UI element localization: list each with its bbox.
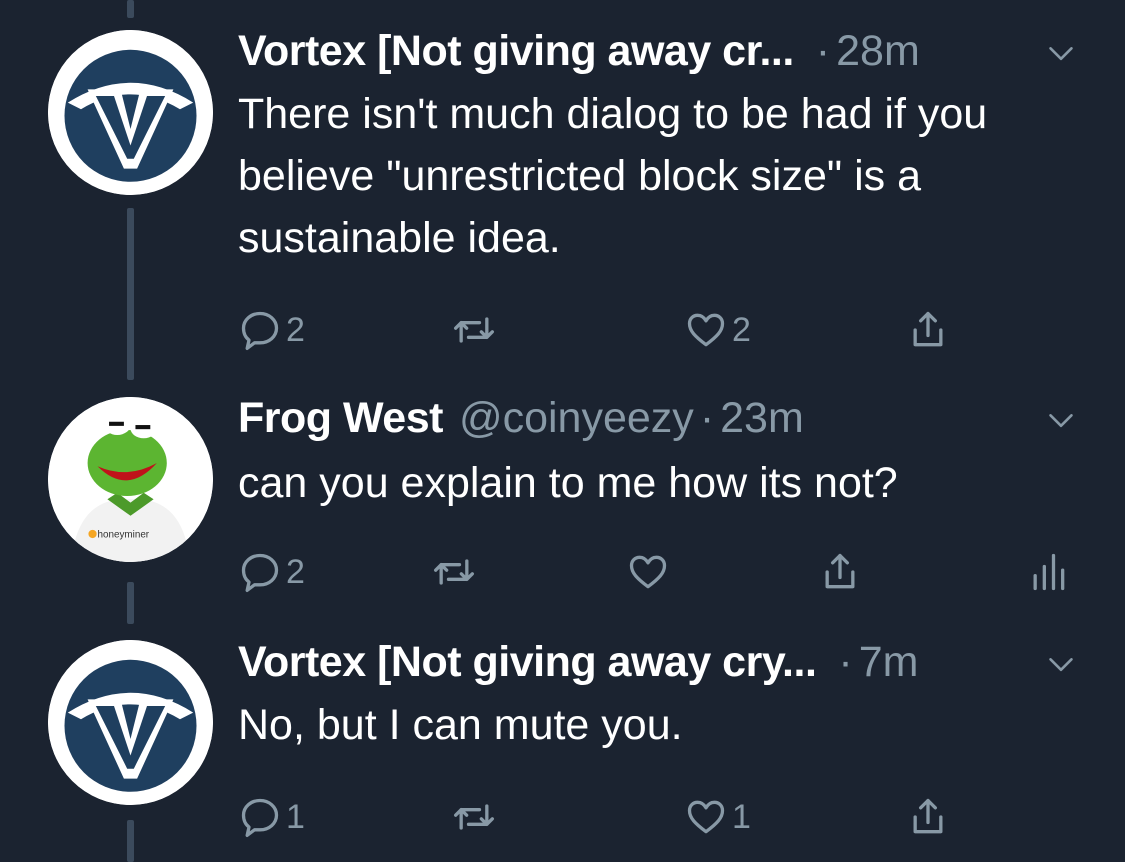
retweet-icon: [434, 559, 474, 585]
heart-icon: [687, 313, 725, 347]
reply-count: 2: [286, 552, 305, 591]
reply-icon: [241, 553, 279, 592]
reply-icon: [241, 311, 279, 350]
timestamp[interactable]: 28m: [836, 25, 920, 77]
reply-count: 1: [286, 797, 305, 836]
retweet-button[interactable]: [432, 547, 480, 597]
timestamp[interactable]: 23m: [720, 392, 804, 444]
display-name[interactable]: Frog West: [238, 392, 443, 444]
reply-button[interactable]: 2: [238, 305, 305, 355]
avatar-vortex[interactable]: [48, 640, 213, 805]
retweet-button[interactable]: [452, 305, 500, 355]
tweet-actions: 2 2: [0, 305, 1125, 355]
like-button[interactable]: 1: [684, 792, 751, 842]
more-options-button[interactable]: [1047, 406, 1075, 434]
chevron-down-icon: [1049, 414, 1073, 428]
conversation-thread: Vortex [Not giving away cr... · 28m Ther…: [0, 0, 1125, 862]
separator-dot: ·: [699, 394, 715, 442]
share-icon: [825, 553, 855, 589]
separator-dot: ·: [838, 638, 853, 686]
vortex-logo-icon: [48, 640, 213, 805]
tweet-text: can you explain to me how its not?: [238, 459, 898, 507]
tweet-actions: 2: [0, 547, 1125, 597]
retweet-icon: [454, 317, 494, 343]
thread-line-top: [127, 0, 134, 18]
more-options-button[interactable]: [1047, 650, 1075, 678]
reply-count: 2: [286, 310, 305, 349]
reply-icon: [241, 798, 279, 837]
honeyminer-logo-text: honeyminer: [98, 529, 150, 540]
share-icon: [913, 311, 943, 347]
display-name[interactable]: Vortex [Not giving away cry...: [238, 636, 817, 688]
timestamp[interactable]: 7m: [859, 636, 919, 688]
reply-button[interactable]: 1: [238, 792, 305, 842]
share-icon: [913, 798, 943, 834]
share-button[interactable]: [818, 547, 862, 597]
separator-dot: ·: [815, 27, 831, 75]
like-button[interactable]: 2: [684, 305, 751, 355]
more-options-button[interactable]: [1047, 39, 1075, 67]
kermit-frog-icon: honeyminer: [48, 397, 213, 562]
like-count: 2: [732, 310, 751, 349]
tweet-actions: 1 1: [0, 792, 1125, 842]
tweet-text: No, but I can mute you.: [238, 701, 683, 749]
avatar-frog-west[interactable]: honeyminer: [48, 397, 213, 562]
like-count: 1: [732, 797, 751, 836]
reply-button[interactable]: 2: [238, 547, 305, 597]
tweet-header: Vortex [Not giving away cry... · 7m: [238, 636, 918, 688]
tweet-header: Vortex [Not giving away cr... · 28m: [238, 25, 920, 77]
share-button[interactable]: [906, 305, 950, 355]
display-name[interactable]: Vortex [Not giving away cr...: [238, 25, 794, 77]
vortex-logo-icon: [48, 30, 213, 195]
heart-icon: [629, 555, 667, 589]
chevron-down-icon: [1049, 658, 1073, 672]
like-button[interactable]: [626, 547, 674, 597]
retweet-icon: [454, 804, 494, 830]
retweet-button[interactable]: [452, 792, 500, 842]
tweet-header: Frog West @coinyeezy · 23m: [238, 392, 804, 444]
share-button[interactable]: [906, 792, 950, 842]
avatar-vortex[interactable]: [48, 30, 213, 195]
analytics-icon: [1033, 553, 1065, 591]
user-handle[interactable]: @coinyeezy: [459, 392, 694, 444]
tweet-text: There isn't much dialog to be had if you…: [238, 90, 988, 262]
chevron-down-icon: [1049, 47, 1073, 61]
heart-icon: [687, 800, 725, 834]
analytics-button[interactable]: [1026, 547, 1070, 597]
